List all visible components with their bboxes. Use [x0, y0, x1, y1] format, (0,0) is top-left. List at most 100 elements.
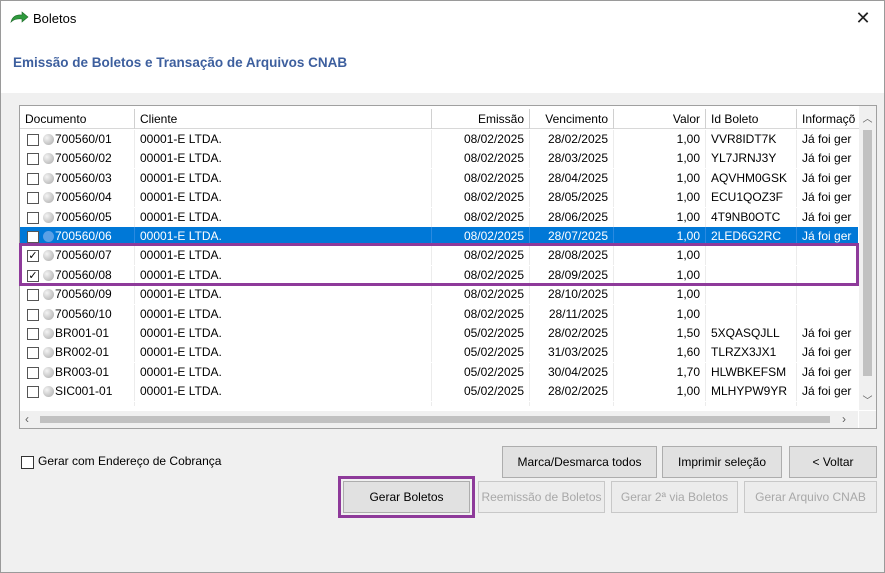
column-header-valor[interactable]: Valor	[614, 109, 706, 129]
chevron-right-icon[interactable]: ›	[842, 411, 846, 428]
cell-cliente: 00001-E LTDA.	[135, 227, 432, 246]
row-checkbox[interactable]	[27, 386, 39, 399]
table-row[interactable]: 700560/06 00001-E LTDA. 08/02/2025 28/07/20…	[20, 227, 858, 247]
table-row[interactable]: 700560/05 00001-E LTDA. 08/02/2025 28/06/20…	[20, 207, 858, 227]
row-checkbox[interactable]	[27, 211, 39, 224]
cell-emissao: 05/02/2025	[432, 362, 530, 382]
column-header-informacoes[interactable]: Informaçõ	[797, 109, 860, 129]
table-row[interactable]: BR002-01 00001-E LTDA. 05/02/2025 31/03/202…	[20, 343, 858, 363]
horizontal-scrollbar[interactable]: ‹ ›	[20, 411, 858, 428]
cell-documento: ✓ 700560/08	[20, 265, 135, 285]
cell-valor: 1,00	[614, 246, 706, 266]
status-dot-icon	[43, 134, 54, 145]
row-checkbox[interactable]	[27, 347, 39, 360]
status-dot-icon	[43, 172, 54, 184]
row-checkbox[interactable]	[27, 231, 39, 243]
table-row[interactable]: 700560/04 00001-E LTDA. 08/02/2025 28/05/20…	[20, 188, 858, 208]
row-checkbox[interactable]	[27, 289, 39, 302]
cell-informacoes: Já foi ger	[797, 363, 858, 382]
cell-emissao: 08/02/2025	[432, 188, 530, 208]
column-header-id-boleto[interactable]: Id Boleto	[706, 109, 797, 129]
cell-valor: 1,00	[614, 265, 706, 285]
cell-cliente: 00001-E LTDA.	[135, 207, 432, 227]
horizontal-scroll-thumb[interactable]	[40, 416, 830, 423]
vertical-scroll-thumb[interactable]	[863, 130, 872, 376]
cell-cliente: 00001-E LTDA.	[135, 382, 432, 402]
row-checkbox[interactable]	[27, 308, 39, 321]
cell-vencimento: 28/10/2025	[530, 285, 614, 305]
segunda-via-boletos-button[interactable]: Gerar 2ª via Boletos	[611, 481, 738, 513]
cell-vencimento: 31/03/2025	[530, 343, 614, 363]
chevron-up-icon[interactable]: ︿	[859, 110, 876, 125]
status-dot-icon	[43, 328, 54, 339]
marca-desmarca-todos-button[interactable]: Marca/Desmarca todos	[502, 446, 657, 478]
table-row[interactable]: 700560/09 00001-E LTDA. 08/02/2025 28/10/20…	[20, 285, 858, 305]
cell-id-boleto: 5XQASQJLL	[706, 324, 797, 343]
status-dot-icon	[43, 269, 54, 281]
cell-vencimento: 28/02/2025	[530, 382, 614, 402]
chevron-left-icon[interactable]: ‹	[25, 411, 29, 428]
row-checkbox[interactable]	[27, 134, 39, 146]
status-dot-icon	[43, 192, 54, 204]
documento-text: 700560/04	[55, 190, 112, 205]
boletos-grid[interactable]: Documento Cliente Emissão Vencimento Val…	[19, 105, 877, 429]
cell-informacoes: Já foi ger	[797, 227, 858, 246]
cell-valor: 1,00	[614, 285, 706, 305]
cell-informacoes: Já foi ger	[797, 149, 858, 168]
cell-valor: 1,00	[614, 168, 706, 188]
table-row[interactable]: SIC001-01 00001-E LTDA. 05/02/2025 28/02/20…	[20, 382, 858, 402]
vertical-scrollbar[interactable]: ︿ ﹀	[859, 106, 876, 410]
table-row[interactable]: BR001-01 00001-E LTDA. 05/02/2025 28/02/202…	[20, 324, 858, 343]
cell-documento: 700560/05	[20, 207, 135, 227]
cell-id-boleto: ECU1QOZ3F	[706, 188, 797, 208]
cell-valor: 1,00	[614, 188, 706, 208]
row-checkbox[interactable]	[27, 366, 39, 379]
cell-informacoes: Já foi ger	[797, 208, 858, 227]
table-row[interactable]: 700560/03 00001-E LTDA. 08/02/2025 28/04/20…	[20, 168, 858, 188]
cell-documento: 700560/01	[20, 130, 135, 149]
cell-documento: BR001-01	[20, 324, 135, 343]
cell-informacoes: Já foi ger	[797, 324, 858, 343]
row-checkbox[interactable]: ✓	[27, 250, 39, 263]
documento-text: SIC001-01	[55, 384, 113, 399]
cell-cliente: 00001-E LTDA.	[135, 168, 432, 188]
row-checkbox[interactable]	[27, 328, 39, 340]
cell-cliente: 00001-E LTDA.	[135, 362, 432, 382]
table-row[interactable]: ✓ 700560/08 00001-E LTDA. 08/02/2025 28/09/2…	[20, 265, 858, 285]
gerar-arquivo-cnab-button[interactable]: Gerar Arquivo CNAB	[744, 481, 877, 513]
cell-valor: 1,00	[614, 130, 706, 149]
table-row[interactable]: SIC002-01 00001-E LTDA.05/02/202528/03/20…	[20, 401, 858, 406]
scroll-corner	[859, 411, 876, 428]
table-row[interactable]: ✓ 700560/07 00001-E LTDA. 08/02/2025 28/08/2…	[20, 246, 858, 266]
cell-valor: 1,60	[614, 343, 706, 363]
table-row[interactable]: BR003-01 00001-E LTDA. 05/02/2025 30/04/202…	[20, 362, 858, 382]
table-row[interactable]: 700560/10 00001-E LTDA. 08/02/2025 28/11/20…	[20, 304, 858, 324]
close-button[interactable]: ✕	[850, 5, 876, 31]
table-row[interactable]: 700560/02 00001-E LTDA. 08/02/2025 28/03/20…	[20, 149, 858, 169]
chevron-down-icon[interactable]: ﹀	[859, 392, 876, 407]
row-checkbox[interactable]: ✓	[27, 269, 39, 282]
gerar-boletos-button[interactable]: Gerar Boletos	[343, 481, 470, 513]
row-checkbox[interactable]	[27, 192, 39, 205]
column-header-cliente[interactable]: Cliente	[135, 109, 432, 129]
cell-vencimento: 28/03/2025	[530, 401, 614, 406]
imprimir-selecao-button[interactable]: Imprimir seleção	[662, 446, 782, 478]
cell-id-boleto	[706, 304, 797, 324]
cell-informacoes: Já foi ger	[797, 169, 858, 188]
reemissao-boletos-button[interactable]: Reemissão de Boletos	[478, 481, 605, 513]
row-checkbox[interactable]	[27, 153, 39, 166]
cell-cliente: 00001-E LTDA.	[135, 149, 432, 169]
table-row[interactable]: 700560/01 00001-E LTDA. 08/02/2025 28/02/20…	[20, 130, 858, 149]
voltar-button[interactable]: < Voltar	[789, 446, 877, 478]
column-header-vencimento[interactable]: Vencimento	[530, 109, 614, 129]
documento-text: 700560/08	[55, 267, 112, 282]
cell-emissao: 05/02/2025	[432, 343, 530, 363]
column-header-emissao[interactable]: Emissão	[432, 109, 530, 129]
cell-documento: 700560/03	[20, 168, 135, 188]
endereco-cobranca-checkbox[interactable]	[21, 456, 34, 469]
row-checkbox[interactable]	[27, 172, 39, 185]
cell-informacoes: Já foi ger	[797, 343, 858, 362]
status-dot-icon	[43, 386, 54, 398]
grid-rows: 700560/01 00001-E LTDA. 08/02/2025 28/02/20…	[20, 130, 858, 406]
column-header-documento[interactable]: Documento	[20, 109, 135, 129]
